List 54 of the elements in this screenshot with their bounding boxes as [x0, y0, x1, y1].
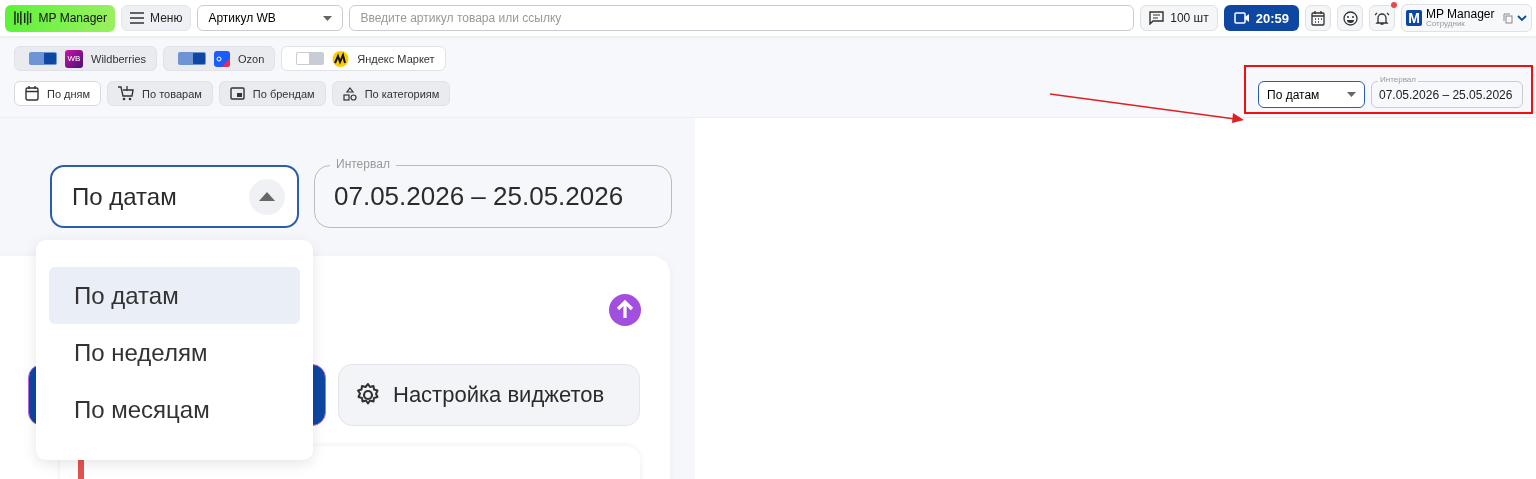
menu-icon: [130, 12, 144, 24]
smile-icon: [1342, 10, 1358, 26]
chevron-down-icon: [1517, 15, 1527, 21]
toggle-switch: [178, 52, 206, 65]
logo-text: MP Manager: [38, 11, 107, 25]
search-type-select[interactable]: Артикул WB: [197, 5, 344, 31]
view-tab[interactable]: По дням: [14, 81, 102, 106]
dropdown-option[interactable]: По месяцам: [49, 381, 300, 438]
ozon-logo-icon: [214, 50, 230, 67]
copy-icon: [1503, 12, 1513, 24]
menu-button[interactable]: Меню: [121, 5, 192, 31]
bell-icon: [1374, 10, 1390, 26]
view-tab[interactable]: По категориям: [331, 81, 451, 106]
search-field[interactable]: Введите артикул товара или ссылку: [349, 5, 1135, 31]
field-label: Интервал: [1378, 76, 1418, 84]
arrow-up-icon: [609, 294, 641, 326]
calendar-icon: [1311, 10, 1325, 26]
field-label: Интервал: [330, 158, 396, 170]
shapes-icon: [342, 86, 357, 101]
calendar-icon: [25, 86, 39, 101]
interval-value: 07.05.2026 – 25.05.2026: [1379, 87, 1513, 102]
barcode-icon: [13, 9, 33, 27]
yandex-market-logo-icon: [332, 50, 350, 67]
caret-icon: [1347, 92, 1356, 97]
timer-button[interactable]: 20:59: [1223, 5, 1299, 31]
calendar-button[interactable]: [1305, 5, 1331, 31]
view-tab[interactable]: По товарам: [107, 81, 213, 106]
select-value: По датам: [72, 182, 177, 211]
smile-button[interactable]: [1337, 5, 1363, 31]
logo-button[interactable]: MP Manager: [5, 4, 115, 32]
marketplace-toggle[interactable]: Яндекс Маркет: [281, 46, 446, 71]
settings-button[interactable]: Настройка виджетов: [338, 364, 640, 426]
message-icon: [1149, 11, 1165, 25]
interval-value: 07.05.2026 – 25.05.2026: [334, 181, 624, 212]
marketplace-toggle[interactable]: WB Wildberries: [14, 46, 157, 71]
toggle-switch: [29, 52, 57, 65]
period-select[interactable]: По датам: [1258, 81, 1365, 108]
interval-field[interactable]: Интервал 07.05.2026 – 25.05.2026: [314, 155, 672, 228]
caret-icon: [323, 15, 333, 21]
toggle-switch: [296, 52, 325, 65]
dropdown-option[interactable]: По неделям: [49, 324, 300, 381]
dropdown-option[interactable]: По датам: [49, 267, 300, 324]
wildberries-logo: WB: [65, 49, 83, 68]
interval-field[interactable]: Интервал 07.05.2026 – 25.05.2026: [1371, 75, 1523, 108]
cart-icon: [118, 86, 135, 101]
avatar: M: [1406, 10, 1422, 26]
notifications-button[interactable]: [1369, 5, 1395, 31]
period-select[interactable]: По датам: [50, 165, 299, 228]
video-icon: [1233, 12, 1250, 24]
caret-icon: [249, 178, 285, 215]
marketplace-toggle[interactable]: Ozon: [163, 46, 276, 71]
quota-button[interactable]: 100 шт: [1140, 5, 1218, 31]
picture-in-picture-icon: [229, 87, 245, 100]
view-tab[interactable]: По брендам: [218, 81, 326, 106]
